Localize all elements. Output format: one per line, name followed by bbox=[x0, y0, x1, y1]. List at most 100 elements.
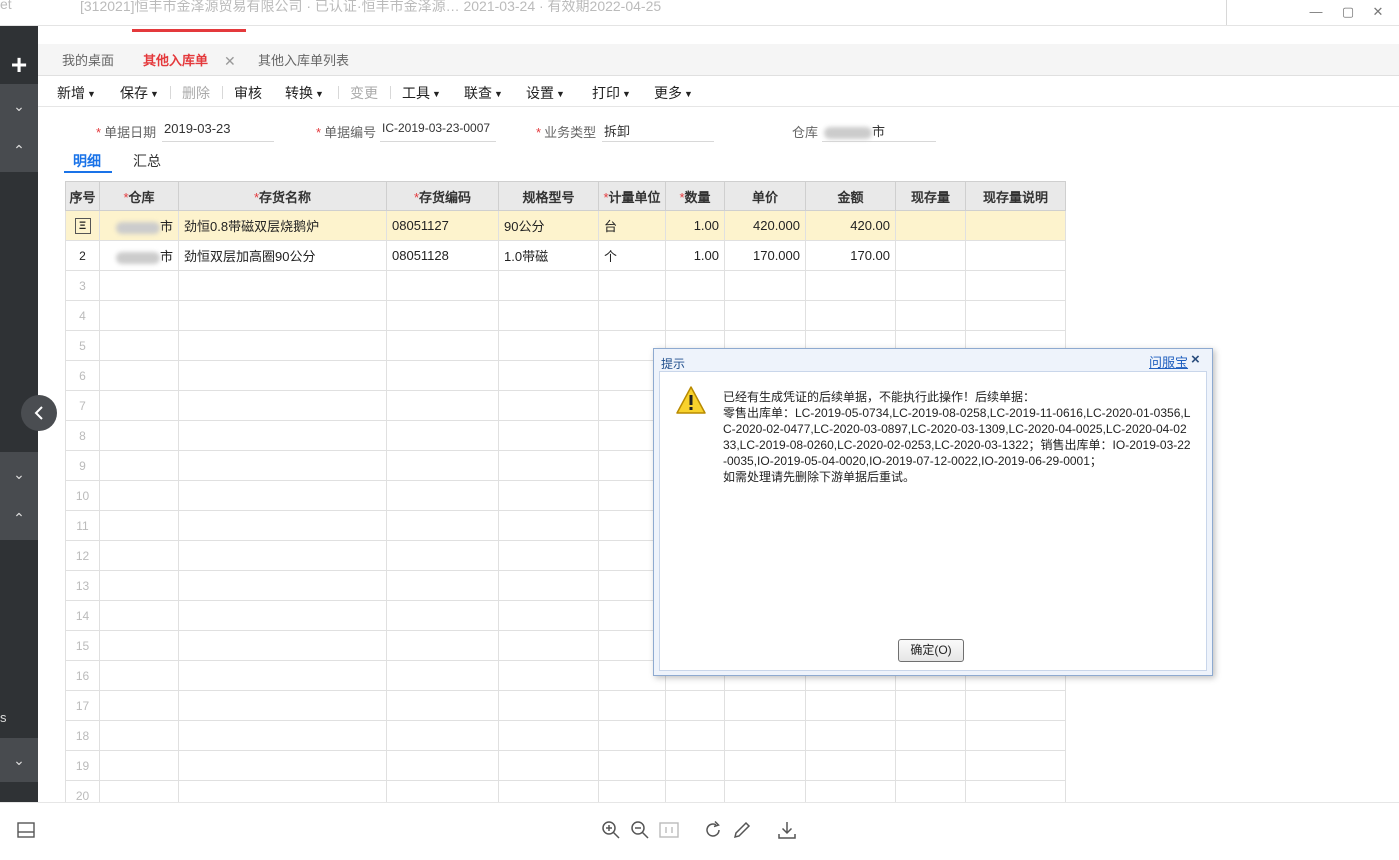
empty-cell[interactable] bbox=[178, 630, 387, 661]
print-button[interactable]: 打印 ▼ bbox=[592, 83, 631, 103]
cell-amount[interactable]: 420.00 bbox=[805, 210, 896, 241]
empty-cell[interactable] bbox=[386, 600, 499, 631]
empty-cell[interactable] bbox=[386, 540, 499, 571]
empty-cell[interactable] bbox=[498, 300, 599, 331]
empty-row[interactable]: 18 bbox=[65, 720, 1066, 751]
window-close-icon[interactable]: ✕ bbox=[1368, 4, 1388, 20]
new-button[interactable]: 新增 ▼ bbox=[57, 83, 96, 103]
cell-stock-note[interactable] bbox=[965, 240, 1066, 271]
empty-cell[interactable] bbox=[386, 720, 499, 751]
empty-cell[interactable] bbox=[895, 750, 966, 781]
ok-button[interactable]: 确定(O) bbox=[898, 639, 964, 662]
empty-cell[interactable] bbox=[724, 750, 806, 781]
row-index[interactable]: 4 bbox=[65, 300, 100, 331]
empty-cell[interactable] bbox=[724, 720, 806, 751]
cell-warehouse[interactable]: 市 bbox=[99, 210, 179, 241]
empty-cell[interactable] bbox=[178, 510, 387, 541]
cell-unit[interactable]: 台 bbox=[598, 210, 666, 241]
code-field[interactable]: IC-2019-03-23-0007 bbox=[380, 121, 496, 142]
empty-cell[interactable] bbox=[724, 690, 806, 721]
previous-page-button[interactable] bbox=[21, 395, 57, 431]
empty-cell[interactable] bbox=[665, 750, 725, 781]
cell-price[interactable]: 420.000 bbox=[724, 210, 806, 241]
zoom-out-icon[interactable] bbox=[629, 819, 651, 841]
query-button[interactable]: 联查 ▼ bbox=[464, 83, 503, 103]
empty-cell[interactable] bbox=[99, 450, 179, 481]
empty-cell[interactable] bbox=[386, 690, 499, 721]
empty-cell[interactable] bbox=[99, 600, 179, 631]
tab-other-inbound[interactable]: 其他入库单 bbox=[143, 44, 208, 76]
empty-row[interactable]: 17 bbox=[65, 690, 1066, 721]
row-index[interactable]: 10 bbox=[65, 480, 100, 511]
chevron-up-icon[interactable]: ⌃ bbox=[0, 128, 38, 172]
empty-cell[interactable] bbox=[498, 330, 599, 361]
empty-cell[interactable] bbox=[386, 390, 499, 421]
empty-cell[interactable] bbox=[178, 390, 387, 421]
rotate-icon[interactable] bbox=[702, 819, 724, 841]
empty-cell[interactable] bbox=[386, 510, 499, 541]
column-header[interactable]: 现存量 bbox=[895, 181, 966, 211]
column-header[interactable]: 规格型号 bbox=[498, 181, 599, 211]
empty-cell[interactable] bbox=[598, 270, 666, 301]
empty-row[interactable]: 4 bbox=[65, 300, 1066, 331]
empty-cell[interactable] bbox=[386, 330, 499, 361]
empty-cell[interactable] bbox=[895, 720, 966, 751]
subtab-detail[interactable]: 明细 bbox=[73, 151, 101, 171]
empty-cell[interactable] bbox=[805, 270, 896, 301]
empty-cell[interactable] bbox=[498, 510, 599, 541]
empty-cell[interactable] bbox=[178, 600, 387, 631]
empty-cell[interactable] bbox=[99, 660, 179, 691]
dialog-close-icon[interactable]: × bbox=[1191, 351, 1200, 368]
row-index[interactable]: 15 bbox=[65, 630, 100, 661]
column-header[interactable]: 金额 bbox=[805, 181, 896, 211]
empty-cell[interactable] bbox=[386, 750, 499, 781]
empty-cell[interactable] bbox=[498, 420, 599, 451]
empty-cell[interactable] bbox=[178, 270, 387, 301]
empty-cell[interactable] bbox=[99, 510, 179, 541]
empty-cell[interactable] bbox=[178, 720, 387, 751]
tab-close-icon[interactable]: ✕ bbox=[224, 44, 236, 78]
empty-row[interactable]: 3 bbox=[65, 270, 1066, 301]
empty-cell[interactable] bbox=[178, 570, 387, 601]
empty-cell[interactable] bbox=[498, 660, 599, 691]
cell-warehouse[interactable]: 市 bbox=[99, 240, 179, 271]
empty-cell[interactable] bbox=[805, 690, 896, 721]
row-index[interactable]: 11 bbox=[65, 510, 100, 541]
empty-cell[interactable] bbox=[178, 300, 387, 331]
zoom-in-icon[interactable] bbox=[600, 819, 622, 841]
date-field[interactable]: 2019-03-23 bbox=[162, 121, 274, 142]
empty-cell[interactable] bbox=[178, 750, 387, 781]
cell-stock[interactable] bbox=[895, 240, 966, 271]
cell-stock-note[interactable] bbox=[965, 210, 1066, 241]
empty-cell[interactable] bbox=[498, 270, 599, 301]
empty-cell[interactable] bbox=[805, 300, 896, 331]
tab-my-desktop[interactable]: 我的桌面 bbox=[62, 44, 114, 76]
empty-cell[interactable] bbox=[498, 540, 599, 571]
empty-cell[interactable] bbox=[178, 690, 387, 721]
empty-cell[interactable] bbox=[99, 420, 179, 451]
type-field[interactable]: 拆卸 bbox=[602, 121, 714, 142]
column-header[interactable]: *存货名称 bbox=[178, 181, 387, 211]
empty-cell[interactable] bbox=[965, 720, 1066, 751]
row-index[interactable]: 13 bbox=[65, 570, 100, 601]
download-icon[interactable] bbox=[776, 819, 798, 841]
empty-cell[interactable] bbox=[965, 750, 1066, 781]
warehouse-field[interactable]: 市 bbox=[822, 121, 936, 142]
audit-button[interactable]: 审核 bbox=[234, 83, 262, 103]
empty-cell[interactable] bbox=[498, 360, 599, 391]
empty-cell[interactable] bbox=[99, 360, 179, 391]
empty-cell[interactable] bbox=[178, 480, 387, 511]
more-button[interactable]: 更多 ▼ bbox=[654, 83, 693, 103]
empty-cell[interactable] bbox=[805, 750, 896, 781]
empty-cell[interactable] bbox=[99, 300, 179, 331]
empty-cell[interactable] bbox=[99, 720, 179, 751]
empty-cell[interactable] bbox=[178, 660, 387, 691]
empty-cell[interactable] bbox=[386, 480, 499, 511]
settings-button[interactable]: 设置 ▼ bbox=[526, 83, 565, 103]
row-index[interactable]: 3 bbox=[65, 270, 100, 301]
column-header[interactable]: *存货编码 bbox=[386, 181, 499, 211]
empty-cell[interactable] bbox=[498, 450, 599, 481]
empty-cell[interactable] bbox=[598, 720, 666, 751]
empty-cell[interactable] bbox=[386, 420, 499, 451]
empty-cell[interactable] bbox=[665, 690, 725, 721]
